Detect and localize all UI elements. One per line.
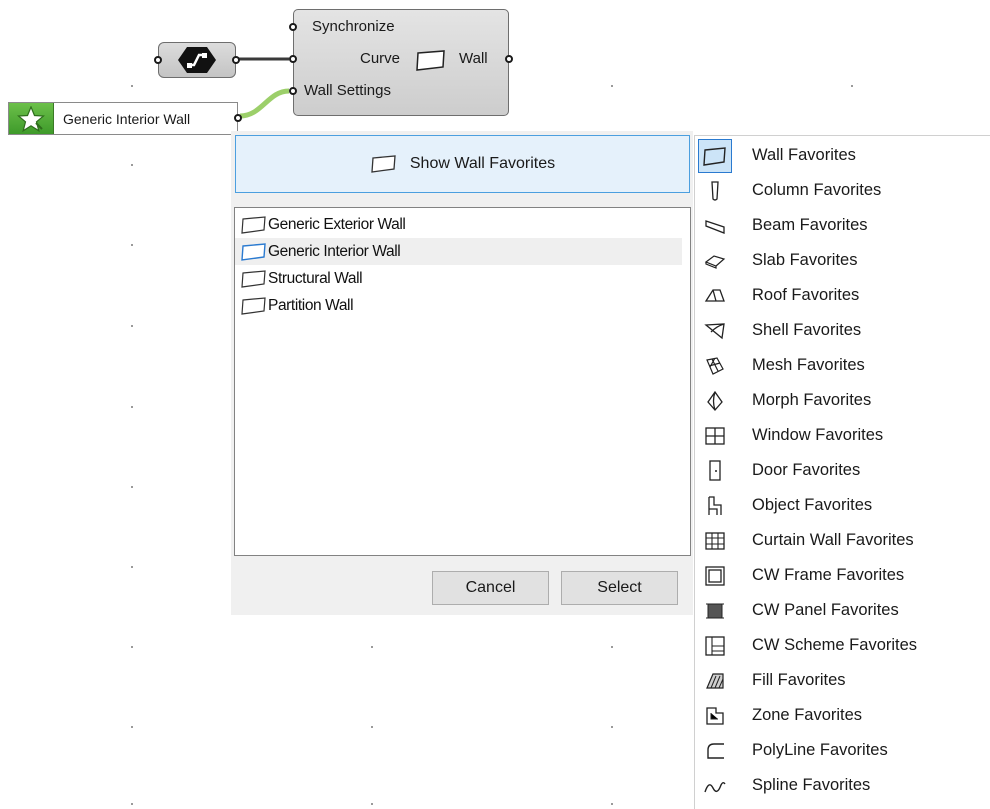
fill-icon xyxy=(695,663,735,698)
menu-item-mesh[interactable]: Mesh Favorites xyxy=(695,348,990,383)
menu-item-label: Roof Favorites xyxy=(752,286,860,304)
menu-item-label: Beam Favorites xyxy=(752,216,868,234)
input-port-curve[interactable] xyxy=(289,55,297,63)
wall-component-node[interactable]: Synchronize Curve Wall Settings Wall xyxy=(289,9,513,116)
cancel-button[interactable]: Cancel xyxy=(432,571,549,605)
menu-item-fill[interactable]: Fill Favorites xyxy=(695,663,990,698)
slab-icon xyxy=(695,243,735,278)
curtain-wall-icon xyxy=(695,523,735,558)
menu-item-label: Shell Favorites xyxy=(752,321,862,339)
menu-item-morph[interactable]: Morph Favorites xyxy=(695,383,990,418)
list-item-label: Partition Wall xyxy=(268,296,354,314)
menu-item-spline[interactable]: Spline Favorites xyxy=(695,768,990,803)
column-icon xyxy=(695,173,735,208)
output-port[interactable] xyxy=(234,114,242,122)
beam-icon xyxy=(695,208,735,243)
menu-item-label: Window Favorites xyxy=(752,426,884,444)
menu-item-column[interactable]: Column Favorites xyxy=(695,173,990,208)
favorite-badge xyxy=(9,103,54,134)
wall-icon xyxy=(241,242,266,261)
menu-item-label: CW Scheme Favorites xyxy=(752,636,918,654)
menu-item-label: CW Frame Favorites xyxy=(752,566,905,584)
output-label-wall: Wall xyxy=(459,50,488,67)
input-port[interactable] xyxy=(154,56,162,64)
menu-item-label: Slab Favorites xyxy=(752,251,858,269)
cw-panel-icon xyxy=(695,593,735,628)
menu-item-label: CW Panel Favorites xyxy=(752,601,899,619)
window-icon xyxy=(695,418,735,453)
show-wall-favorites-button[interactable]: Show Wall Favorites xyxy=(235,135,690,193)
list-item[interactable]: Structural Wall xyxy=(235,265,690,292)
spline-icon xyxy=(695,768,735,803)
curve-parameter-node[interactable] xyxy=(154,42,240,78)
favorites-list[interactable]: Generic Exterior Wall Generic Interior W… xyxy=(234,207,691,556)
menu-item-polyline[interactable]: PolyLine Favorites xyxy=(695,733,990,768)
favorites-dialog: Show Wall Favorites Generic Exterior Wal… xyxy=(231,131,693,615)
list-item-selected[interactable]: Generic Interior Wall xyxy=(235,238,682,265)
list-item-label: Generic Interior Wall xyxy=(268,242,401,260)
menu-item-cw-scheme[interactable]: CW Scheme Favorites xyxy=(695,628,990,663)
favorites-type-menu: Wall Favorites Column Favorites Beam Fav… xyxy=(694,135,990,809)
show-wall-favorites-label: Show Wall Favorites xyxy=(409,155,556,172)
favorite-parameter-node[interactable]: Generic Interior Wall xyxy=(8,102,242,135)
zone-icon xyxy=(695,698,735,733)
menu-item-label: Zone Favorites xyxy=(752,706,863,724)
menu-item-door[interactable]: Door Favorites xyxy=(695,453,990,488)
list-item-label: Generic Exterior Wall xyxy=(268,215,406,233)
morph-icon xyxy=(695,383,735,418)
object-icon xyxy=(695,488,735,523)
cw-scheme-icon xyxy=(695,628,735,663)
list-item-label: Structural Wall xyxy=(268,269,363,287)
menu-item-window[interactable]: Window Favorites xyxy=(695,418,990,453)
menu-item-label: Door Favorites xyxy=(752,461,861,479)
menu-item-cw-frame[interactable]: CW Frame Favorites xyxy=(695,558,990,593)
wall-icon xyxy=(241,269,266,288)
curve-path-icon xyxy=(178,47,216,73)
wall-icon xyxy=(241,215,266,234)
cw-frame-icon xyxy=(695,558,735,593)
menu-item-label: Fill Favorites xyxy=(752,671,846,689)
mesh-icon xyxy=(695,348,735,383)
input-label-curve: Curve xyxy=(360,50,401,67)
menu-item-label: Curtain Wall Favorites xyxy=(752,531,914,549)
menu-item-label: PolyLine Favorites xyxy=(752,741,888,759)
menu-item-object[interactable]: Object Favorites xyxy=(695,488,990,523)
roof-icon xyxy=(695,278,735,313)
wall-icon xyxy=(371,155,396,173)
wall-icon xyxy=(416,50,445,71)
menu-item-cw-panel[interactable]: CW Panel Favorites xyxy=(695,593,990,628)
polyline-icon xyxy=(695,733,735,768)
menu-item-shell[interactable]: Shell Favorites xyxy=(695,313,990,348)
menu-item-label: Morph Favorites xyxy=(752,391,872,409)
menu-item-label: Object Favorites xyxy=(752,496,873,514)
output-port[interactable] xyxy=(232,56,240,64)
input-label-synchronize: Synchronize xyxy=(312,18,395,35)
menu-item-label: Column Favorites xyxy=(752,181,882,199)
menu-item-label: Wall Favorites xyxy=(752,146,856,164)
star-icon xyxy=(17,105,45,132)
menu-item-zone[interactable]: Zone Favorites xyxy=(695,698,990,733)
favorite-node-label: Generic Interior Wall xyxy=(63,110,191,127)
menu-item-slab[interactable]: Slab Favorites xyxy=(695,243,990,278)
wall-icon xyxy=(241,296,266,315)
list-item[interactable]: Partition Wall xyxy=(235,292,690,319)
output-port-wall[interactable] xyxy=(505,55,513,63)
menu-item-label: Spline Favorites xyxy=(752,776,871,794)
list-item[interactable]: Generic Exterior Wall xyxy=(235,211,690,238)
menu-item-curtain-wall[interactable]: Curtain Wall Favorites xyxy=(695,523,990,558)
menu-item-roof[interactable]: Roof Favorites xyxy=(695,278,990,313)
door-icon xyxy=(695,453,735,488)
input-port-wall-settings[interactable] xyxy=(289,87,297,95)
shell-icon xyxy=(695,313,735,348)
input-port-synchronize[interactable] xyxy=(289,23,297,31)
menu-item-wall[interactable]: Wall Favorites xyxy=(695,138,990,173)
wall-icon xyxy=(698,138,732,173)
menu-item-beam[interactable]: Beam Favorites xyxy=(695,208,990,243)
select-button[interactable]: Select xyxy=(561,571,678,605)
menu-item-label: Mesh Favorites xyxy=(752,356,865,374)
input-label-wall-settings: Wall Settings xyxy=(304,82,391,99)
